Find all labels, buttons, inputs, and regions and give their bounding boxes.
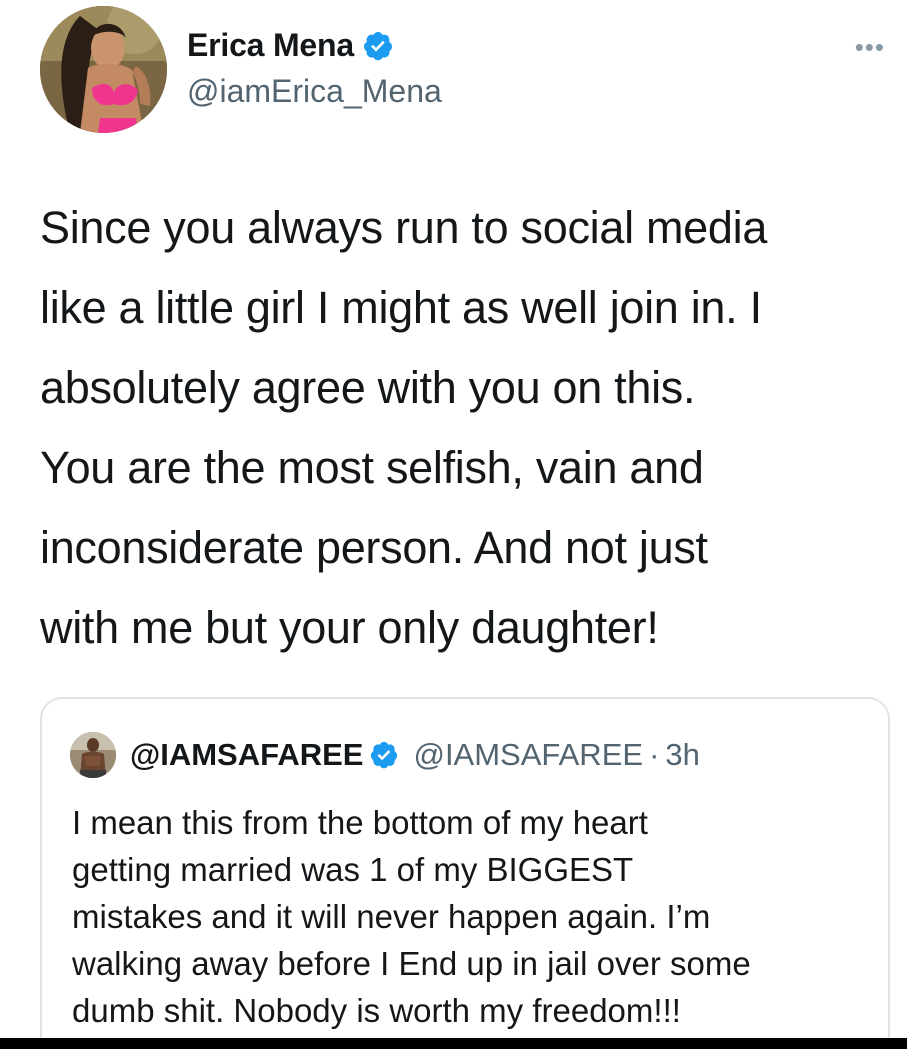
- dot-separator: ·: [649, 737, 660, 772]
- tweet-text-line: with me but your only daughter!: [40, 602, 659, 653]
- tweet-text-line: inconsiderate person. And not just: [40, 522, 708, 573]
- tweet-text-line: You are the most selfish, vain and: [40, 442, 704, 493]
- more-horizontal-icon[interactable]: •••: [855, 34, 885, 60]
- quoted-text-line: walking away before I End up in jail ove…: [72, 945, 751, 982]
- quoted-author-handle[interactable]: @IAMSAFAREE: [413, 737, 643, 773]
- verified-badge-icon: [363, 31, 392, 60]
- verified-badge-icon: [371, 741, 398, 769]
- quoted-author-avatar[interactable]: [70, 732, 116, 778]
- quoted-text-line: I mean this from the bottom of my heart: [72, 804, 648, 841]
- quoted-text-line: getting married was 1 of my BIGGEST: [72, 851, 634, 888]
- author-avatar[interactable]: [40, 6, 167, 133]
- profile-photo-icon: [40, 6, 167, 133]
- bottom-edge-bar: [0, 1038, 907, 1049]
- tweet-text-line: Since you always run to social media: [40, 202, 768, 253]
- author-display-name[interactable]: Erica Mena: [187, 27, 354, 64]
- quoted-tweet-text: I mean this from the bottom of my heart …: [72, 799, 882, 1034]
- profile-photo-icon: [70, 732, 116, 778]
- author-name-row: Erica Mena: [187, 27, 394, 64]
- quoted-text-line: mistakes and it will never happen again.…: [72, 898, 711, 935]
- tweet-card: Erica Mena @iamErica_Mena ••• Since you …: [0, 0, 907, 1049]
- quoted-text-line: dumb shit. Nobody is worth my freedom!!!: [72, 992, 681, 1029]
- tweet-text-line: absolutely agree with you on this.: [40, 362, 696, 413]
- quoted-author-display-name[interactable]: @IAMSAFAREE: [130, 737, 363, 773]
- quoted-tweet-timestamp[interactable]: 3h: [665, 737, 699, 773]
- quoted-tweet-header: @IAMSAFAREE @IAMSAFAREE · 3h: [70, 732, 700, 778]
- author-handle[interactable]: @iamErica_Mena: [187, 73, 442, 110]
- tweet-text: Since you always run to social media lik…: [40, 188, 890, 668]
- tweet-text-line: like a little girl I might as well join …: [40, 282, 762, 333]
- quoted-tweet-card[interactable]: @IAMSAFAREE @IAMSAFAREE · 3h I mean this…: [40, 697, 890, 1049]
